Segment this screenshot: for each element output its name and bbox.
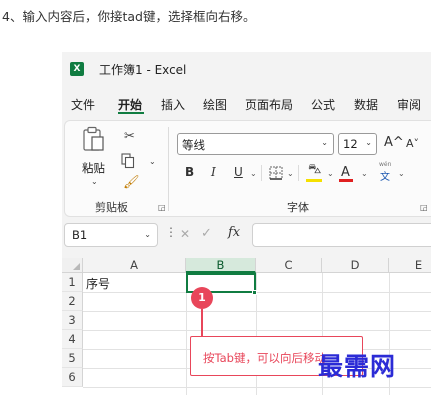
phonetic-guide-button[interactable]: 文	[380, 168, 390, 183]
dialog-launcher-icon[interactable]: ◲	[420, 203, 428, 212]
font-name-select[interactable]: 等线 ⌄	[177, 133, 334, 155]
tab-draw[interactable]: 绘图	[203, 96, 227, 113]
excel-window: X 工作簿1 - Excel 文件 开始 插入 绘图 页面布局 公式 数据 审阅…	[62, 52, 431, 395]
copy-icon[interactable]	[121, 153, 135, 169]
chevron-down-icon[interactable]: ⌄	[91, 177, 98, 186]
divider	[298, 165, 299, 181]
row-header-6[interactable]: 6	[62, 368, 83, 387]
font-size-select[interactable]: 12 ⌄	[338, 133, 377, 155]
italic-button[interactable]: I	[211, 165, 216, 179]
tab-file[interactable]: 文件	[71, 96, 95, 113]
row-header-2[interactable]: 2	[62, 292, 83, 311]
chevron-down-icon[interactable]: ⌄	[250, 169, 257, 178]
active-tab-indicator	[118, 112, 144, 114]
row-header-1[interactable]: 1	[62, 273, 83, 292]
fill-color-swatch	[306, 179, 322, 182]
gridline	[83, 311, 431, 312]
row-header-5[interactable]: 5	[62, 349, 83, 368]
tab-home[interactable]: 开始	[118, 96, 142, 113]
watermark-logo: 最需网	[318, 352, 397, 381]
format-painter-icon[interactable]: 🖌	[123, 175, 140, 190]
tab-data[interactable]: 数据	[354, 96, 378, 113]
tab-review[interactable]: 审阅	[397, 96, 421, 113]
ribbon: 粘贴 ⌄ ✂ ⌄ 🖌 剪贴板 ◲ 等线 ⌄ 12 ⌄ A^ A˅ B I U ⌄	[64, 120, 431, 217]
column-header-c[interactable]: C	[256, 258, 322, 273]
column-header-a[interactable]: A	[83, 258, 186, 273]
paste-icon[interactable]	[83, 126, 105, 152]
cell-a1[interactable]: 序号	[86, 275, 110, 292]
chevron-down-icon[interactable]: ⌄	[287, 169, 294, 178]
gridline	[83, 387, 431, 388]
gridline	[83, 330, 431, 331]
column-header-b[interactable]: B	[186, 258, 256, 273]
divider	[261, 165, 262, 181]
column-header-e[interactable]: E	[389, 258, 431, 273]
chevron-down-icon: ⌄	[365, 138, 372, 147]
chevron-down-icon[interactable]: ⌄	[149, 157, 156, 166]
bold-button[interactable]: B	[185, 165, 194, 179]
underline-button[interactable]: U	[234, 165, 243, 179]
decrease-font-size-button[interactable]: A˅	[406, 137, 419, 150]
step-marker: 1	[191, 287, 213, 309]
window-title: 工作簿1 - Excel	[99, 63, 187, 77]
scissors-icon[interactable]: ✂	[124, 129, 135, 144]
tab-insert[interactable]: 插入	[161, 96, 185, 113]
row-header-3[interactable]: 3	[62, 311, 83, 330]
enter-check-icon[interactable]: ✓	[201, 226, 212, 241]
font-color-button[interactable]: A	[341, 165, 350, 180]
more-options-icon[interactable]: ⋮	[165, 225, 177, 239]
callout-leader-line	[201, 309, 203, 336]
fill-color-icon[interactable]: ⛍	[308, 162, 321, 179]
cancel-icon[interactable]: ✕	[180, 227, 190, 241]
borders-icon[interactable]	[269, 166, 283, 180]
formula-input[interactable]	[252, 223, 431, 247]
font-size-value: 12	[343, 137, 358, 151]
chevron-down-icon: ⌄	[144, 230, 151, 239]
group-divider	[168, 127, 169, 211]
clipboard-group-label: 剪贴板	[95, 201, 128, 214]
excel-logo-icon: X	[70, 62, 84, 76]
paste-button[interactable]: 粘贴	[82, 160, 105, 176]
tab-formulas[interactable]: 公式	[311, 96, 335, 113]
dialog-launcher-icon[interactable]: ◲	[158, 203, 166, 212]
title-bar: X 工作簿1 - Excel	[62, 52, 431, 86]
insert-function-button[interactable]: fx	[228, 225, 240, 240]
gridline	[83, 292, 431, 293]
increase-font-size-button[interactable]: A^	[384, 135, 404, 150]
fill-handle[interactable]	[252, 290, 257, 295]
row-header-4[interactable]: 4	[62, 330, 83, 349]
chevron-down-icon: ⌄	[321, 138, 328, 147]
ribbon-tabs: 文件 开始 插入 绘图 页面布局 公式 数据 审阅	[62, 92, 431, 114]
font-color-swatch	[339, 179, 353, 182]
select-all-button[interactable]	[62, 258, 83, 273]
font-group-label: 字体	[287, 201, 309, 214]
chevron-down-icon[interactable]: ⌄	[327, 169, 334, 178]
column-header-d[interactable]: D	[322, 258, 389, 273]
name-box[interactable]: B1 ⌄	[64, 223, 158, 247]
tab-page-layout[interactable]: 页面布局	[245, 96, 293, 113]
name-box-value: B1	[72, 228, 88, 242]
chevron-down-icon[interactable]: ⌄	[398, 169, 405, 178]
phonetic-guide-label: wén	[379, 161, 392, 168]
chevron-down-icon[interactable]: ⌄	[361, 169, 368, 178]
step-caption: 4、输入内容后，你接tad键，选择框向右移。	[2, 9, 256, 24]
font-name-value: 等线	[182, 138, 205, 152]
